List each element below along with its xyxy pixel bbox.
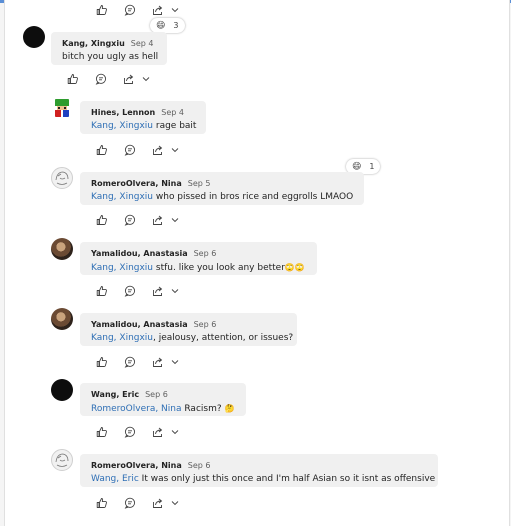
action-row bbox=[95, 212, 179, 228]
share-icon[interactable] bbox=[151, 213, 165, 227]
like-icon[interactable] bbox=[95, 355, 109, 369]
comment-bubble: Wang, Eric Sep 6 RomeroOlvera, Nina Racis… bbox=[80, 383, 246, 416]
comment-bubble: Kang, Xingxiu Sep 4 bitch you ugly as hel… bbox=[51, 32, 167, 65]
grinning-emoji: 😄 bbox=[156, 20, 166, 31]
comment-date: Sep 4 bbox=[130, 39, 154, 48]
comment-author[interactable]: Yamalidou, Anastasia bbox=[91, 320, 188, 329]
reply-icon[interactable] bbox=[123, 425, 137, 439]
thinking-emoji: 🤔 bbox=[224, 404, 235, 413]
action-row bbox=[66, 71, 150, 87]
chevron-down-icon[interactable] bbox=[171, 284, 179, 298]
comment-bubble: Yamalidou, Anastasia Sep 6 Kang, Xingxiu,… bbox=[80, 313, 297, 346]
comment-text: Kang, Xingxiu, jealousy, attention, or i… bbox=[91, 333, 294, 343]
like-icon[interactable] bbox=[66, 72, 80, 86]
reply-icon[interactable] bbox=[123, 355, 137, 369]
comment-author[interactable]: Kang, Xingxiu bbox=[62, 39, 125, 48]
chevron-down-icon[interactable] bbox=[171, 213, 179, 227]
share-icon[interactable] bbox=[151, 425, 165, 439]
comment-date: Sep 6 bbox=[193, 320, 217, 329]
like-icon[interactable] bbox=[95, 284, 109, 298]
comment-author[interactable]: Hines, Lennon bbox=[91, 108, 155, 117]
reply-icon[interactable] bbox=[123, 284, 137, 298]
chevron-down-icon[interactable] bbox=[142, 72, 150, 86]
like-icon[interactable] bbox=[95, 496, 109, 510]
mention-link[interactable]: RomeroOlvera, Nina bbox=[91, 404, 182, 414]
comment-bubble: RomeroOlvera, Nina Sep 6 Wang, Eric It wa… bbox=[80, 454, 438, 487]
reply-icon[interactable] bbox=[123, 143, 137, 157]
chevron-down-icon[interactable] bbox=[171, 425, 179, 439]
comment-text: bitch you ugly as hell bbox=[62, 52, 159, 62]
comment-bubble: Yamalidou, Anastasia Sep 6 Kang, Xingxiu … bbox=[80, 242, 317, 275]
reply-icon[interactable] bbox=[123, 496, 137, 510]
like-icon[interactable] bbox=[95, 213, 109, 227]
like-icon[interactable] bbox=[95, 143, 109, 157]
share-icon[interactable] bbox=[122, 72, 136, 86]
mention-link[interactable]: Kang, Xingxiu bbox=[91, 333, 153, 343]
mention-link[interactable]: Kang, Xingxiu bbox=[91, 192, 153, 202]
share-icon[interactable] bbox=[151, 496, 165, 510]
action-row bbox=[95, 354, 179, 370]
comment-bubble: RomeroOlvera, Nina Sep 5 Kang, Xingxiu wh… bbox=[80, 172, 364, 205]
comment-text: Kang, Xingxiu stfu. like you look any be… bbox=[91, 263, 305, 273]
comment-text: Kang, Xingxiu rage bait bbox=[91, 121, 197, 131]
reaction-count: 1 bbox=[369, 162, 375, 171]
avatar[interactable] bbox=[51, 379, 73, 401]
action-row bbox=[95, 495, 179, 511]
reply-icon[interactable] bbox=[94, 72, 108, 86]
share-icon[interactable] bbox=[151, 284, 165, 298]
chevron-down-icon[interactable] bbox=[171, 355, 179, 369]
share-icon[interactable] bbox=[151, 143, 165, 157]
avatar[interactable] bbox=[51, 167, 73, 189]
like-icon[interactable] bbox=[95, 425, 109, 439]
comment-date: Sep 6 bbox=[145, 390, 168, 399]
mention-link[interactable]: Kang, Xingxiu bbox=[91, 121, 153, 131]
avatar[interactable] bbox=[23, 26, 45, 48]
action-row bbox=[95, 2, 179, 18]
action-row bbox=[95, 283, 179, 299]
comment-date: Sep 6 bbox=[193, 249, 217, 258]
comment-date: Sep 6 bbox=[187, 461, 211, 470]
comment-text: Wang, Eric It was only just this once an… bbox=[91, 474, 436, 484]
reply-icon[interactable] bbox=[123, 3, 137, 17]
avatar[interactable] bbox=[51, 308, 73, 330]
action-row bbox=[95, 424, 179, 440]
reply-icon[interactable] bbox=[123, 213, 137, 227]
avatar[interactable] bbox=[51, 238, 73, 260]
avatar[interactable] bbox=[51, 97, 73, 119]
mention-link[interactable]: Wang, Eric bbox=[91, 474, 139, 484]
comment-author[interactable]: RomeroOlvera, Nina bbox=[91, 461, 182, 470]
share-icon[interactable] bbox=[151, 355, 165, 369]
share-icon[interactable] bbox=[151, 3, 165, 17]
avatar[interactable] bbox=[51, 449, 73, 471]
comment-date: Sep 4 bbox=[161, 108, 184, 117]
chevron-down-icon[interactable] bbox=[171, 496, 179, 510]
chevron-down-icon[interactable] bbox=[171, 143, 179, 157]
comment-bubble: Hines, Lennon Sep 4 Kang, Xingxiu rage ba… bbox=[80, 101, 206, 134]
reaction-count: 3 bbox=[173, 21, 179, 30]
comment-text: Kang, Xingxiu who pissed in bros rice an… bbox=[91, 192, 354, 202]
action-row bbox=[95, 142, 179, 158]
comment-author[interactable]: Yamalidou, Anastasia bbox=[91, 249, 188, 258]
mention-link[interactable]: Kang, Xingxiu bbox=[91, 263, 153, 273]
comment-date: Sep 5 bbox=[187, 179, 211, 188]
comment-author[interactable]: RomeroOlvera, Nina bbox=[91, 179, 182, 188]
like-icon[interactable] bbox=[95, 3, 109, 17]
chevron-down-icon[interactable] bbox=[171, 3, 179, 17]
reaction-pill[interactable]: 😄 3 bbox=[150, 18, 185, 33]
comment-author[interactable]: Wang, Eric bbox=[91, 390, 139, 399]
eye-roll-emoji: 🙄🙄 bbox=[284, 263, 305, 272]
comment-text: RomeroOlvera, Nina Racism? 🤔 bbox=[91, 404, 235, 414]
grinning-emoji: 😄 bbox=[352, 161, 362, 172]
